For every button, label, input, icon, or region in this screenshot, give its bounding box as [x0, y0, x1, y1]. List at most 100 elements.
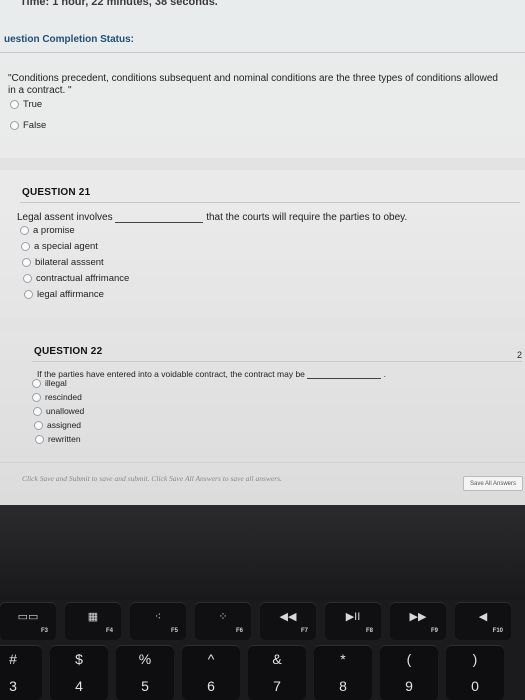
key-f6[interactable]: ⁘ F6 [195, 602, 251, 640]
mission-control-icon: ▭▭ [17, 611, 39, 623]
radio-button[interactable] [32, 378, 41, 388]
key-5[interactable]: % 5 [116, 645, 174, 700]
key-8[interactable]: * 8 [314, 645, 372, 700]
divider [20, 202, 520, 203]
play-pause-icon: ▶II [345, 611, 361, 623]
key-symbol: % [138, 651, 152, 667]
key-f5[interactable]: ⁖ F5 [130, 602, 186, 640]
option-label: False [23, 120, 47, 131]
key-4[interactable]: $4 [50, 645, 108, 700]
question-20-text-line1: "Conditions precedent, conditions subseq… [8, 73, 498, 84]
option-true[interactable]: True [10, 99, 42, 110]
option-label: legal affirmance [37, 289, 104, 300]
radio-button[interactable] [35, 434, 44, 444]
option-legal-affirmance[interactable]: legal affirmance [24, 289, 104, 300]
key-number: 9 [405, 678, 413, 694]
question-22-text-after: . [383, 369, 387, 379]
radio-button[interactable] [23, 274, 32, 283]
key-symbol: * [340, 651, 346, 667]
question-21-text-before: Legal assent involves [17, 212, 113, 223]
option-label: rescinded [45, 392, 82, 402]
key-symbol: # [9, 651, 17, 667]
key-label: F6 [235, 628, 243, 634]
key-f7[interactable]: ◀◀ F7 [260, 602, 316, 640]
question-22-points: 2 [517, 350, 523, 360]
option-illegal[interactable]: illegal [32, 378, 67, 388]
divider [0, 52, 525, 53]
option-label: True [23, 99, 43, 110]
rewind-icon: ◀◀ [279, 611, 297, 623]
key-label: F5 [170, 628, 178, 634]
key-7[interactable]: & 7 [248, 645, 306, 700]
key-symbol: ^ [207, 651, 215, 667]
option-rewritten[interactable]: rewritten [35, 434, 81, 444]
key-f4[interactable]: ▦ F4 [65, 602, 121, 640]
option-rescinded[interactable]: rescinded [32, 392, 82, 402]
option-contractual-affirmance[interactable]: contractual affrimance [23, 273, 129, 284]
option-false[interactable]: False [10, 120, 46, 131]
launchpad-icon: ▦ [87, 611, 99, 623]
key-f8[interactable]: ▶II F8 [325, 602, 381, 640]
browser-screen: Time: 1 hour, 22 minutes, 38 seconds. ue… [0, 0, 525, 505]
key-number: 3 [9, 678, 17, 694]
key-number: 4 [75, 678, 83, 694]
key-0[interactable]: ) 0 [446, 645, 504, 700]
radio-button[interactable] [24, 290, 33, 299]
key-label: F4 [105, 628, 113, 634]
divider [0, 462, 525, 463]
option-label: assigned [47, 420, 82, 430]
key-label: F10 [492, 628, 503, 634]
key-number: 8 [339, 678, 347, 694]
keyboard-dim-icon: ⁖ [154, 611, 162, 623]
option-a-special-agent[interactable]: a special agent [21, 241, 98, 252]
key-f10[interactable]: ◀ F10 [455, 602, 511, 640]
key-number: 0 [471, 678, 479, 694]
key-9[interactable]: (9 [380, 645, 438, 700]
radio-button[interactable] [34, 420, 43, 430]
option-label: illegal [45, 378, 67, 388]
radio-button[interactable] [20, 226, 29, 235]
save-all-answers-button[interactable]: Save All Answers [463, 476, 523, 491]
option-assigned[interactable]: assigned [34, 420, 81, 430]
radio-button[interactable] [10, 121, 19, 130]
option-label: bilateral asssent [35, 257, 104, 268]
key-symbol: $ [75, 651, 83, 667]
option-label: a special agent [34, 241, 98, 252]
laptop-bezel [0, 505, 525, 600]
radio-button[interactable] [32, 392, 41, 402]
radio-button[interactable] [22, 258, 31, 267]
fast-forward-icon: ▶▶ [409, 611, 427, 623]
key-f9[interactable]: ▶▶ F9 [390, 602, 446, 640]
mute-icon: ◀ [478, 611, 488, 623]
question-separator [0, 158, 525, 170]
question-21-text: Legal assent involves that the courts wi… [17, 212, 407, 223]
answer-blank [115, 222, 204, 223]
option-label: unallowed [46, 406, 85, 416]
radio-button[interactable] [33, 406, 42, 416]
key-number: 7 [273, 678, 281, 694]
question-21-header: QUESTION 21 [22, 187, 91, 198]
option-label: contractual affrimance [36, 273, 130, 284]
key-label: F7 [300, 628, 308, 634]
option-a-promise[interactable]: a promise [20, 225, 75, 236]
key-6[interactable]: ^ 6 [182, 645, 240, 700]
key-symbol: & [272, 651, 282, 667]
option-label: a promise [33, 225, 75, 236]
timer-text: Time: 1 hour, 22 minutes, 38 seconds. [20, 0, 218, 8]
radio-button[interactable] [21, 242, 30, 251]
option-unallowed[interactable]: unallowed [33, 406, 84, 416]
question-22-text-before: If the parties have entered into a voida… [37, 369, 305, 379]
key-number: 6 [207, 678, 215, 694]
question-separator [0, 318, 525, 332]
radio-button[interactable] [10, 100, 19, 109]
key-f3[interactable]: ▭▭ F3 [0, 602, 56, 640]
question-22-text: If the parties have entered into a voida… [37, 369, 386, 379]
answer-blank [307, 378, 382, 379]
key-number: 5 [141, 678, 149, 694]
option-bilateral-assent[interactable]: bilateral asssent [22, 257, 104, 268]
key-3[interactable]: #3 [0, 645, 42, 700]
save-instructions: Click Save and Submit to save and submit… [22, 474, 282, 483]
question-21-text-after: that the courts will require the parties… [206, 212, 408, 223]
key-label: F9 [430, 628, 438, 634]
key-symbol: ) [472, 651, 478, 667]
